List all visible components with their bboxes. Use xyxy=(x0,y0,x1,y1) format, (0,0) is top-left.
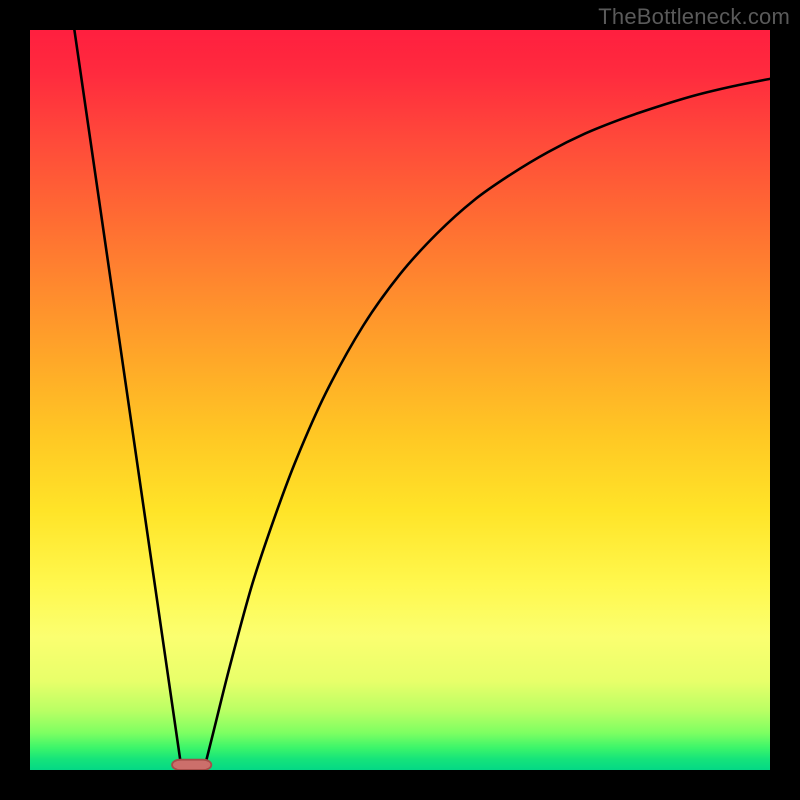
optimum-marker xyxy=(172,760,211,770)
watermark-text: TheBottleneck.com xyxy=(598,4,790,30)
curve-right-segment xyxy=(204,79,770,770)
curve-left-segment xyxy=(74,30,181,770)
chart-frame: TheBottleneck.com xyxy=(0,0,800,800)
bottleneck-curve-plot xyxy=(30,30,770,770)
